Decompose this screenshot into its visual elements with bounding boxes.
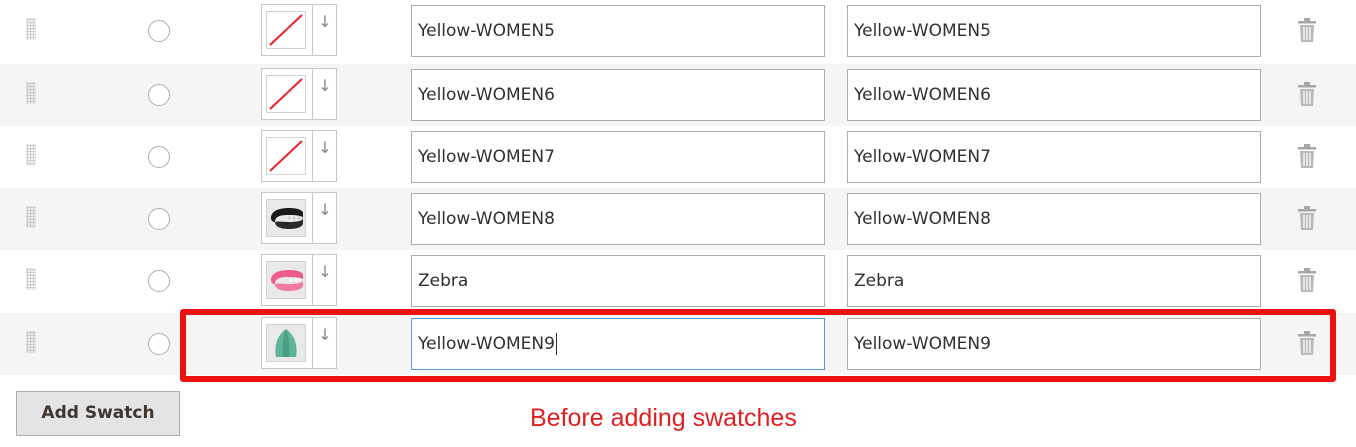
admin-value-input[interactable]: Zebra <box>411 255 825 307</box>
admin-value-text: Yellow-WOMEN9 <box>418 334 555 354</box>
default-store-value-input[interactable]: Yellow-WOMEN9 <box>847 318 1261 370</box>
drag-handle-icon[interactable] <box>26 206 36 228</box>
drag-handle-icon[interactable] <box>26 82 36 104</box>
swatch-picker[interactable]: ↓ <box>261 192 337 244</box>
admin-value-input[interactable]: Yellow-WOMEN9 <box>411 318 825 370</box>
default-store-value-input[interactable]: Yellow-WOMEN7 <box>847 131 1261 183</box>
trash-icon[interactable] <box>1296 266 1318 294</box>
swatch-row: ↓ Yellow-WOMEN7 Yellow-WOMEN7 <box>0 126 1356 188</box>
add-swatch-button[interactable]: Add Swatch <box>16 391 180 436</box>
no-image-swatch-icon <box>266 137 306 175</box>
admin-value-input[interactable]: Yellow-WOMEN7 <box>411 131 825 183</box>
swatch-row: ↓ Yellow-WOMEN5 Yellow-WOMEN5 <box>0 0 1356 62</box>
arrow-down-icon[interactable]: ↓ <box>313 5 337 39</box>
default-radio[interactable] <box>148 20 170 42</box>
text-caret <box>555 333 557 355</box>
arrow-down-icon[interactable]: ↓ <box>313 255 337 289</box>
trash-icon[interactable] <box>1296 80 1318 108</box>
arrow-down-icon[interactable]: ↓ <box>313 69 337 103</box>
swatch-picker[interactable]: ↓ <box>261 4 337 56</box>
swatch-picker[interactable]: ↓ <box>261 317 337 369</box>
default-radio[interactable] <box>148 208 170 230</box>
admin-value-input[interactable]: Yellow-WOMEN8 <box>411 193 825 245</box>
swatch-row: ↓ Zebra Zebra <box>0 250 1356 312</box>
annotation-caption: Before adding swatches <box>530 404 797 432</box>
trash-icon[interactable] <box>1296 204 1318 232</box>
default-store-value-input[interactable]: Yellow-WOMEN5 <box>847 5 1261 57</box>
no-image-swatch-icon <box>266 75 306 113</box>
default-radio[interactable] <box>148 270 170 292</box>
swatch-picker[interactable]: ↓ <box>261 68 337 120</box>
default-store-value-input[interactable]: Zebra <box>847 255 1261 307</box>
teal-leaf-swatch-image <box>266 324 306 362</box>
trash-icon[interactable] <box>1296 16 1318 44</box>
swatch-picker[interactable]: ↓ <box>261 130 337 182</box>
trash-icon[interactable] <box>1296 329 1318 357</box>
drag-handle-icon[interactable] <box>26 144 36 166</box>
arrow-down-icon[interactable]: ↓ <box>313 318 337 352</box>
admin-value-input[interactable]: Yellow-WOMEN5 <box>411 5 825 57</box>
drag-handle-icon[interactable] <box>26 18 36 40</box>
no-image-swatch-icon <box>266 11 306 49</box>
arrow-down-icon[interactable]: ↓ <box>313 131 337 165</box>
swatch-picker[interactable]: ↓ <box>261 254 337 306</box>
drag-handle-icon[interactable] <box>26 331 36 353</box>
default-radio[interactable] <box>148 333 170 355</box>
arrow-down-icon[interactable]: ↓ <box>313 193 337 227</box>
swatch-row: ↓ Yellow-WOMEN6 Yellow-WOMEN6 <box>0 64 1356 126</box>
swatch-row: ↓ Yellow-WOMEN8 Yellow-WOMEN8 <box>0 188 1356 250</box>
default-radio[interactable] <box>148 146 170 168</box>
admin-value-input[interactable]: Yellow-WOMEN6 <box>411 69 825 121</box>
trash-icon[interactable] <box>1296 142 1318 170</box>
pink-collar-swatch-image <box>266 261 306 299</box>
black-collar-swatch-image <box>266 199 306 237</box>
default-store-value-input[interactable]: Yellow-WOMEN6 <box>847 69 1261 121</box>
default-radio[interactable] <box>148 84 170 106</box>
default-store-value-input[interactable]: Yellow-WOMEN8 <box>847 193 1261 245</box>
swatch-row: ↓ Yellow-WOMEN9 Yellow-WOMEN9 <box>0 313 1356 375</box>
drag-handle-icon[interactable] <box>26 268 36 290</box>
